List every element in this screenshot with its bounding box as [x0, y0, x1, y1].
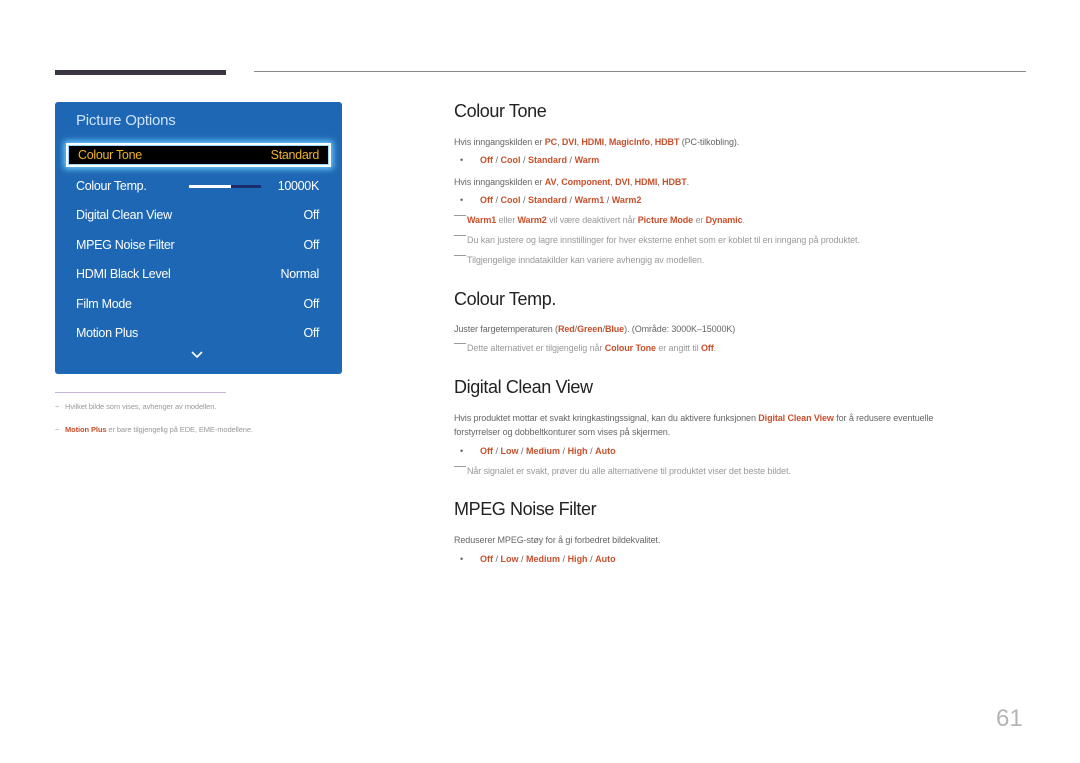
section-title-colour-tone: Colour Tone — [454, 101, 547, 121]
header-accent-bar — [55, 70, 226, 75]
notes-rule — [55, 392, 226, 393]
digital-clean-view-options: • Off / Low / Medium / High / Auto — [460, 446, 616, 456]
chevron-down-icon[interactable] — [191, 346, 203, 364]
note-dash-icon — [454, 235, 466, 236]
menu-title: Picture Options — [76, 112, 176, 129]
menu-item-value: Off — [303, 208, 319, 222]
colour-tone-note-2: Du kan justere og lagre innstillinger fo… — [454, 235, 860, 245]
menu-item-motion-plus[interactable]: Motion Plus Off — [76, 321, 319, 345]
menu-item-film-mode[interactable]: Film Mode Off — [76, 292, 319, 316]
dash-icon: − — [55, 402, 60, 411]
menu-item-mpeg-noise-filter[interactable]: MPEG Noise Filter Off — [76, 233, 319, 257]
bullet-icon: • — [460, 554, 464, 564]
digital-clean-view-note: Når signalet er svakt, prøver du alle al… — [454, 466, 791, 476]
colour-temp-note: Dette alternativet er tilgjengelig når C… — [454, 343, 716, 353]
menu-item-label: Motion Plus — [76, 326, 139, 340]
colour-temp-slider[interactable] — [189, 185, 261, 188]
section-title-digital-clean-view: Digital Clean View — [454, 377, 593, 397]
bullet-icon: • — [460, 446, 464, 456]
colour-temp-desc: Juster fargetemperaturen (Red/Green/Blue… — [454, 324, 736, 334]
section-title-colour-temp: Colour Temp. — [454, 289, 556, 309]
menu-item-value: Normal — [280, 267, 320, 281]
menu-item-label: Digital Clean View — [76, 208, 172, 222]
digital-clean-view-desc: Hvis produktet mottar et svakt kringkast… — [454, 413, 934, 437]
menu-item-hdmi-black-level[interactable]: HDMI Black Level Normal — [76, 262, 319, 286]
colour-tone-options-1: • Off / Cool / Standard / Warm — [460, 155, 600, 165]
menu-item-value: Off — [303, 238, 319, 252]
menu-item-value: Off — [303, 326, 319, 340]
colour-tone-options-2: • Off / Cool / Standard / Warm1 / Warm2 — [460, 195, 642, 205]
section-title-mpeg-noise-filter: MPEG Noise Filter — [454, 499, 597, 519]
menu-item-label: Colour Temp. — [76, 179, 147, 193]
left-note-1: − Hvilket bilde som vises, avhenger av mo… — [55, 402, 217, 411]
dash-icon: − — [55, 425, 60, 434]
left-note-2: − Motion Plus er bare tilgjengelig på EDE… — [55, 425, 253, 434]
note-dash-icon — [454, 466, 466, 467]
slider-fill — [189, 185, 231, 188]
menu-item-label: Colour Tone — [78, 148, 142, 162]
menu-item-label: HDMI Black Level — [76, 267, 171, 281]
menu-item-label: Film Mode — [76, 297, 132, 311]
menu-item-value: 10000K — [277, 179, 320, 193]
menu-item-colour-tone[interactable]: Colour Tone Standard — [66, 143, 331, 167]
colour-tone-note-1: Warm1 eller Warm2 vil være deaktivert nå… — [454, 215, 745, 225]
picture-options-menu: Picture Options Colour Tone Standard Col… — [55, 102, 342, 374]
header-rule — [254, 71, 1026, 72]
bullet-icon: • — [460, 195, 464, 205]
colour-tone-line1: Hvis inngangskilden er PC, DVI, HDMI, Ma… — [454, 137, 740, 147]
colour-tone-line2: Hvis inngangskilden er AV, Component, DV… — [454, 177, 690, 187]
note-dash-icon — [454, 215, 466, 216]
mpeg-noise-filter-desc: Reduserer MPEG-støy for å gi forbedret b… — [454, 535, 661, 545]
menu-item-label: MPEG Noise Filter — [76, 238, 175, 252]
menu-item-digital-clean-view[interactable]: Digital Clean View Off — [76, 203, 319, 227]
bullet-icon: • — [460, 155, 464, 165]
page-number: 61 — [996, 705, 1023, 732]
menu-item-value: Off — [303, 297, 319, 311]
note-dash-icon — [454, 255, 466, 256]
menu-item-value: Standard — [270, 148, 320, 162]
mpeg-noise-filter-options: • Off / Low / Medium / High / Auto — [460, 554, 616, 564]
note-dash-icon — [454, 343, 466, 344]
colour-tone-note-3: Tilgjengelige inndatakilder kan variere … — [454, 255, 704, 265]
